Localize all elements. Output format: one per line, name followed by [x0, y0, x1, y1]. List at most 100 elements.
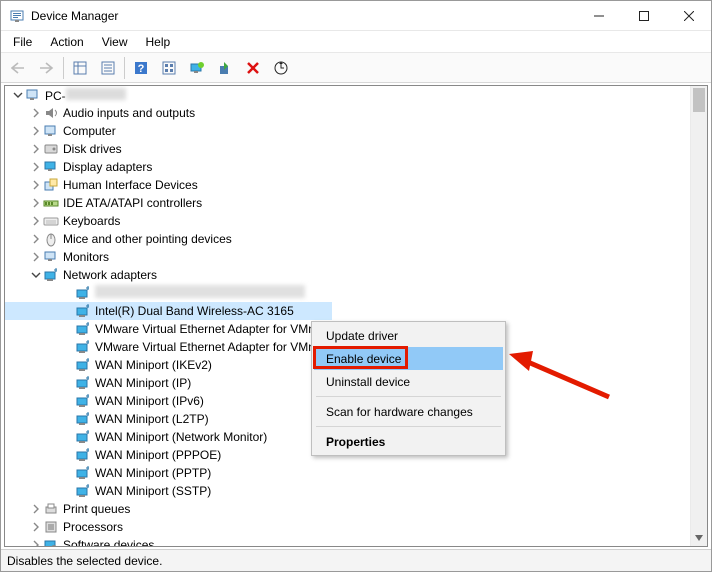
device-label: WAN Miniport (SSTP)	[95, 484, 211, 498]
context-menu-item[interactable]: Scan for hardware changes	[314, 400, 503, 423]
net-icon	[75, 339, 91, 355]
expand-icon[interactable]	[29, 504, 43, 514]
scan-hardware-button[interactable]	[269, 56, 293, 80]
uninstall-button[interactable]	[241, 56, 265, 80]
category-label: Disk drives	[63, 142, 122, 156]
tree-category[interactable]: Monitors	[5, 248, 689, 266]
tree-category[interactable]: Disk drives	[5, 140, 689, 158]
menu-help[interactable]: Help	[142, 33, 175, 51]
back-button[interactable]	[7, 56, 31, 80]
print-icon	[43, 501, 59, 517]
tree-category[interactable]: Network adapters	[5, 266, 689, 284]
expand-icon[interactable]	[29, 144, 43, 154]
context-menu-item[interactable]: Enable device	[314, 347, 503, 370]
forward-button[interactable]	[35, 56, 59, 80]
action-button[interactable]	[157, 56, 181, 80]
ide-icon	[43, 195, 59, 211]
tree-category[interactable]: Mice and other pointing devices	[5, 230, 689, 248]
show-hide-tree-button[interactable]	[68, 56, 92, 80]
device-label: WAN Miniport (IKEv2)	[95, 358, 212, 372]
expand-icon[interactable]	[29, 126, 43, 136]
net-icon	[75, 303, 91, 319]
enable-device-button[interactable]	[213, 56, 237, 80]
category-label: IDE ATA/ATAPI controllers	[63, 196, 202, 210]
category-label: Display adapters	[63, 160, 152, 174]
net-icon	[75, 321, 91, 337]
device-label: WAN Miniport (L2TP)	[95, 412, 209, 426]
collapse-icon[interactable]	[29, 270, 43, 280]
menubar: File Action View Help	[1, 31, 711, 53]
device-label: Intel(R) Dual Band Wireless-AC 3165	[95, 304, 294, 318]
device-label	[95, 285, 305, 301]
tree-device[interactable]	[5, 284, 689, 302]
menu-separator	[316, 426, 501, 427]
expand-icon[interactable]	[29, 216, 43, 226]
tree-root[interactable]: PC-	[5, 86, 689, 104]
scroll-thumb[interactable]	[693, 88, 705, 112]
menu-separator	[316, 396, 501, 397]
scroll-down-icon[interactable]	[691, 529, 707, 546]
context-menu-label: Scan for hardware changes	[326, 405, 473, 419]
category-label: Mice and other pointing devices	[63, 232, 232, 246]
menu-action[interactable]: Action	[46, 33, 87, 51]
net-icon	[75, 411, 91, 427]
root-label: PC-	[45, 88, 126, 103]
expand-icon[interactable]	[29, 198, 43, 208]
tree-category[interactable]: Keyboards	[5, 212, 689, 230]
category-label: Audio inputs and outputs	[63, 106, 195, 120]
menu-view[interactable]: View	[98, 33, 132, 51]
expand-icon[interactable]	[29, 252, 43, 262]
category-label: Print queues	[63, 502, 130, 516]
device-label: WAN Miniport (PPTP)	[95, 466, 211, 480]
tree-device[interactable]: Intel(R) Dual Band Wireless-AC 3165	[5, 302, 332, 320]
tree-category[interactable]: Processors	[5, 518, 689, 536]
hid-icon	[43, 177, 59, 193]
context-menu-label: Properties	[326, 435, 385, 449]
context-menu-item[interactable]: Uninstall device	[314, 370, 503, 393]
tree-device[interactable]: WAN Miniport (SSTP)	[5, 482, 689, 500]
close-button[interactable]	[666, 1, 711, 30]
expand-icon[interactable]	[29, 522, 43, 532]
expand-icon[interactable]	[29, 180, 43, 190]
category-label: Computer	[63, 124, 116, 138]
expand-icon[interactable]	[29, 108, 43, 118]
tree-category[interactable]: Software devices	[5, 536, 689, 546]
minimize-button[interactable]	[576, 1, 621, 30]
computer-icon	[43, 123, 59, 139]
window-title: Device Manager	[31, 9, 118, 23]
menu-file[interactable]: File	[9, 33, 36, 51]
tree-category[interactable]: IDE ATA/ATAPI controllers	[5, 194, 689, 212]
context-menu-item[interactable]: Update driver	[314, 324, 503, 347]
computer-icon	[25, 87, 41, 103]
device-label: VMware Virtual Ethernet Adapter for VMne…	[95, 322, 332, 336]
device-label: WAN Miniport (PPPOE)	[95, 448, 221, 462]
tree-category[interactable]: Computer	[5, 122, 689, 140]
tree-category[interactable]: Human Interface Devices	[5, 176, 689, 194]
expand-icon[interactable]	[29, 234, 43, 244]
tree-category[interactable]: Audio inputs and outputs	[5, 104, 689, 122]
vertical-scrollbar[interactable]	[690, 86, 707, 546]
context-menu-item[interactable]: Properties	[314, 430, 503, 453]
cpu-icon	[43, 519, 59, 535]
help-button[interactable]: ?	[129, 56, 153, 80]
maximize-button[interactable]	[621, 1, 666, 30]
net-icon	[75, 465, 91, 481]
tree-category[interactable]: Display adapters	[5, 158, 689, 176]
net-icon	[75, 375, 91, 391]
collapse-icon[interactable]	[11, 90, 25, 100]
update-driver-button[interactable]	[185, 56, 209, 80]
device-label: WAN Miniport (Network Monitor)	[95, 430, 267, 444]
tree-category[interactable]: Print queues	[5, 500, 689, 518]
net-icon	[43, 267, 59, 283]
titlebar: Device Manager	[1, 1, 711, 31]
expand-icon[interactable]	[29, 162, 43, 172]
soft-icon	[43, 537, 59, 546]
expand-icon[interactable]	[29, 540, 43, 546]
tree-area: PC- Audio inputs and outputs Computer Disk …	[1, 84, 711, 547]
net-icon	[75, 285, 91, 301]
properties-button[interactable]	[96, 56, 120, 80]
category-label: Monitors	[63, 250, 109, 264]
audio-icon	[43, 105, 59, 121]
keyboard-icon	[43, 213, 59, 229]
tree-device[interactable]: WAN Miniport (PPTP)	[5, 464, 689, 482]
